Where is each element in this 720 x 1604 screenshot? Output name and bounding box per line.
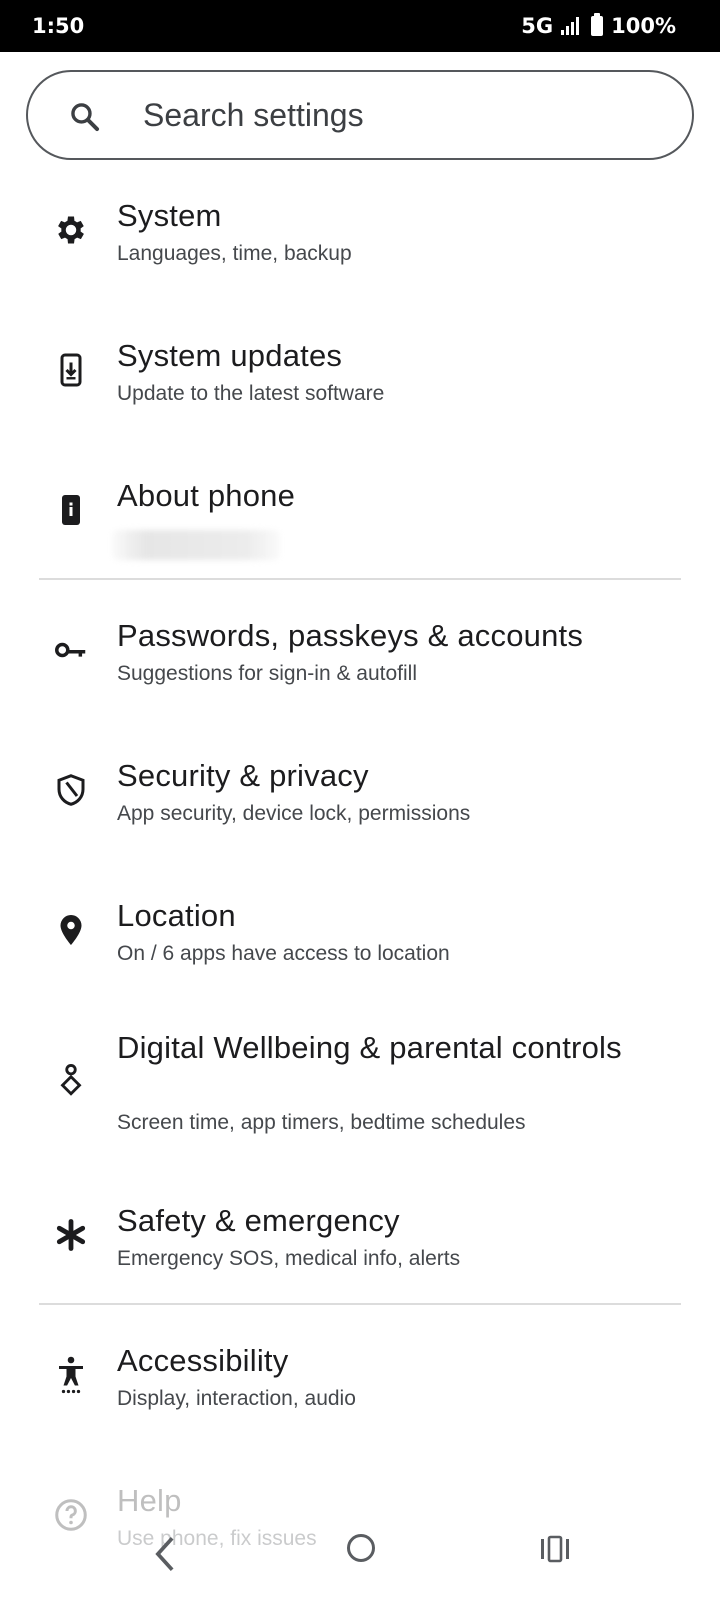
item-subtitle: Screen time, app timers, bedtime schedul… [117,1111,526,1134]
item-title: About phone [117,478,296,513]
item-title: System [117,198,222,233]
help-icon [51,1495,91,1535]
item-title: Digital Wellbeing & parental controls [117,1030,622,1065]
recents-icon[interactable] [540,1534,570,1564]
section-divider [39,1303,681,1305]
settings-item-digital-wellbeing[interactable]: Digital Wellbeing & parental controls Sc… [0,1028,720,1158]
signal-icon [561,17,580,35]
settings-item-safety-emergency[interactable]: Safety & emergency Emergency SOS, medica… [0,1200,720,1320]
item-subtitle: Suggestions for sign-in & autofill [117,662,417,685]
back-icon[interactable] [150,1534,180,1574]
wellbeing-icon [51,1061,91,1101]
status-bar: 1:50 5G 100% [0,0,720,52]
system-update-icon [51,350,91,390]
search-bar[interactable]: Search settings [26,70,694,160]
search-icon [71,103,100,132]
item-title: Safety & emergency [117,1203,400,1238]
settings-item-location[interactable]: Location On / 6 apps have access to loca… [0,895,720,1015]
settings-item-passwords-accounts[interactable]: Passwords, passkeys & accounts Suggestio… [0,615,720,735]
accessibility-icon [51,1355,91,1395]
redacted-device-name [112,530,280,560]
item-subtitle: Display, interaction, audio [117,1387,356,1410]
item-subtitle: Languages, time, backup [117,242,352,265]
item-subtitle: Emergency SOS, medical info, alerts [117,1247,461,1270]
settings-item-about-phone[interactable]: About phone [0,475,720,575]
key-icon [51,630,91,670]
location-pin-icon [51,910,91,950]
item-title: Accessibility [117,1343,289,1378]
status-time: 1:50 [32,14,85,38]
item-title: Location [117,898,236,933]
search-input[interactable]: Search settings [143,72,364,158]
item-title: System updates [117,338,343,373]
section-divider [39,578,681,580]
battery-icon [591,13,604,36]
item-title: Passwords, passkeys & accounts [117,618,584,653]
status-icons: 5G 100% [521,13,676,38]
navigation-bar [0,1530,720,1604]
item-subtitle: App security, device lock, permissions [117,802,471,825]
settings-item-system-updates[interactable]: System updates Update to the latest soft… [0,335,720,455]
item-subtitle: Update to the latest software [117,382,385,405]
battery-level: 100% [611,14,676,38]
gear-icon [51,210,91,250]
asterisk-icon [51,1215,91,1255]
info-icon [51,490,91,530]
network-type: 5G [521,14,554,38]
shield-icon [51,770,91,810]
item-title: Security & privacy [117,758,369,793]
item-title: Help [117,1483,182,1518]
settings-item-system[interactable]: System Languages, time, backup [0,195,720,315]
home-icon[interactable] [347,1534,375,1562]
settings-item-security-privacy[interactable]: Security & privacy App security, device … [0,755,720,875]
item-subtitle: On / 6 apps have access to location [117,942,450,965]
settings-item-accessibility[interactable]: Accessibility Display, interaction, audi… [0,1340,720,1460]
